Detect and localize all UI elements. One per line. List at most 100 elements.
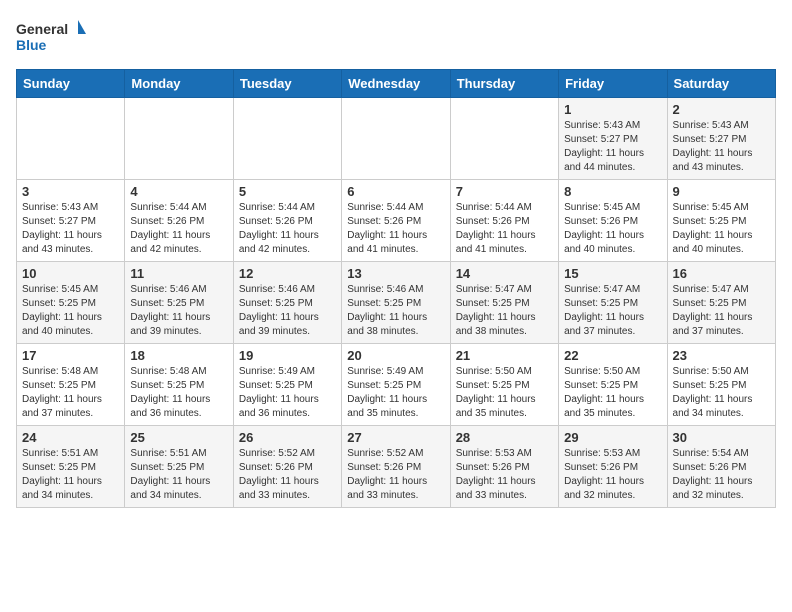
day-number: 19 xyxy=(239,348,336,363)
day-number: 10 xyxy=(22,266,119,281)
day-number: 25 xyxy=(130,430,227,445)
day-number: 3 xyxy=(22,184,119,199)
weekday-header-sunday: Sunday xyxy=(17,70,125,98)
day-info: Sunrise: 5:49 AM Sunset: 5:25 PM Dayligh… xyxy=(239,365,336,421)
calendar-cell: 15 Sunrise: 5:47 AM Sunset: 5:25 PM Dayli… xyxy=(559,262,667,344)
day-info: Sunrise: 5:43 AM Sunset: 5:27 PM Dayligh… xyxy=(22,201,119,257)
logo: General Blue xyxy=(16,16,86,61)
weekday-header-tuesday: Tuesday xyxy=(233,70,341,98)
calendar-week-3: 10 Sunrise: 5:45 AM Sunset: 5:25 PM Dayli… xyxy=(17,262,776,344)
day-info: Sunrise: 5:48 AM Sunset: 5:25 PM Dayligh… xyxy=(130,365,227,421)
calendar-cell xyxy=(233,98,341,180)
calendar-cell xyxy=(125,98,233,180)
day-info: Sunrise: 5:48 AM Sunset: 5:25 PM Dayligh… xyxy=(22,365,119,421)
day-number: 22 xyxy=(564,348,661,363)
calendar-cell: 1Sunrise: 5:43 AM Sunset: 5:27 PM Daylig… xyxy=(559,98,667,180)
weekday-header-saturday: Saturday xyxy=(667,70,775,98)
day-number: 7 xyxy=(456,184,553,199)
day-info: Sunrise: 5:46 AM Sunset: 5:25 PM Dayligh… xyxy=(239,283,336,339)
calendar-cell: 5Sunrise: 5:44 AM Sunset: 5:26 PM Daylig… xyxy=(233,180,341,262)
day-info: Sunrise: 5:45 AM Sunset: 5:25 PM Dayligh… xyxy=(22,283,119,339)
calendar-cell: 13 Sunrise: 5:46 AM Sunset: 5:25 PM Dayli… xyxy=(342,262,450,344)
day-number: 21 xyxy=(456,348,553,363)
day-info: Sunrise: 5:53 AM Sunset: 5:26 PM Dayligh… xyxy=(456,447,553,503)
calendar-cell: 14 Sunrise: 5:47 AM Sunset: 5:25 PM Dayli… xyxy=(450,262,558,344)
day-info: Sunrise: 5:50 AM Sunset: 5:25 PM Dayligh… xyxy=(456,365,553,421)
calendar-cell: 6 Sunrise: 5:44 AM Sunset: 5:26 PM Daylig… xyxy=(342,180,450,262)
day-number: 2 xyxy=(673,102,770,117)
calendar-cell: 11 Sunrise: 5:46 AM Sunset: 5:25 PM Dayli… xyxy=(125,262,233,344)
calendar-cell: 9 Sunrise: 5:45 AM Sunset: 5:25 PM Daylig… xyxy=(667,180,775,262)
day-info: Sunrise: 5:50 AM Sunset: 5:25 PM Dayligh… xyxy=(564,365,661,421)
day-number: 30 xyxy=(673,430,770,445)
calendar-cell: 17 Sunrise: 5:48 AM Sunset: 5:25 PM Dayli… xyxy=(17,344,125,426)
day-number: 8 xyxy=(564,184,661,199)
day-info: Sunrise: 5:49 AM Sunset: 5:25 PM Dayligh… xyxy=(347,365,444,421)
calendar-cell: 26Sunrise: 5:52 AM Sunset: 5:26 PM Dayli… xyxy=(233,426,341,508)
day-number: 11 xyxy=(130,266,227,281)
day-info: Sunrise: 5:43 AM Sunset: 5:27 PM Dayligh… xyxy=(564,119,661,175)
calendar-cell: 22 Sunrise: 5:50 AM Sunset: 5:25 PM Dayli… xyxy=(559,344,667,426)
day-number: 12 xyxy=(239,266,336,281)
calendar-cell: 21 Sunrise: 5:50 AM Sunset: 5:25 PM Dayli… xyxy=(450,344,558,426)
day-number: 26 xyxy=(239,430,336,445)
page-header: General Blue xyxy=(16,16,776,61)
day-info: Sunrise: 5:50 AM Sunset: 5:25 PM Dayligh… xyxy=(673,365,770,421)
calendar-cell: 3 Sunrise: 5:43 AM Sunset: 5:27 PM Daylig… xyxy=(17,180,125,262)
day-info: Sunrise: 5:46 AM Sunset: 5:25 PM Dayligh… xyxy=(130,283,227,339)
day-number: 4 xyxy=(130,184,227,199)
logo-svg: General Blue xyxy=(16,16,86,61)
day-info: Sunrise: 5:44 AM Sunset: 5:26 PM Dayligh… xyxy=(456,201,553,257)
day-number: 18 xyxy=(130,348,227,363)
calendar-week-2: 3 Sunrise: 5:43 AM Sunset: 5:27 PM Daylig… xyxy=(17,180,776,262)
day-info: Sunrise: 5:47 AM Sunset: 5:25 PM Dayligh… xyxy=(456,283,553,339)
day-info: Sunrise: 5:51 AM Sunset: 5:25 PM Dayligh… xyxy=(130,447,227,503)
day-info: Sunrise: 5:45 AM Sunset: 5:25 PM Dayligh… xyxy=(673,201,770,257)
calendar-cell: 8 Sunrise: 5:45 AM Sunset: 5:26 PM Daylig… xyxy=(559,180,667,262)
day-info: Sunrise: 5:47 AM Sunset: 5:25 PM Dayligh… xyxy=(673,283,770,339)
calendar-week-5: 24Sunrise: 5:51 AM Sunset: 5:25 PM Dayli… xyxy=(17,426,776,508)
day-info: Sunrise: 5:47 AM Sunset: 5:25 PM Dayligh… xyxy=(564,283,661,339)
day-number: 17 xyxy=(22,348,119,363)
day-number: 9 xyxy=(673,184,770,199)
day-number: 29 xyxy=(564,430,661,445)
calendar-cell: 29 Sunrise: 5:53 AM Sunset: 5:26 PM Dayli… xyxy=(559,426,667,508)
day-number: 6 xyxy=(347,184,444,199)
calendar-cell: 24Sunrise: 5:51 AM Sunset: 5:25 PM Dayli… xyxy=(17,426,125,508)
day-info: Sunrise: 5:44 AM Sunset: 5:26 PM Dayligh… xyxy=(239,201,336,257)
calendar-cell: 7 Sunrise: 5:44 AM Sunset: 5:26 PM Daylig… xyxy=(450,180,558,262)
weekday-header-monday: Monday xyxy=(125,70,233,98)
calendar-cell xyxy=(342,98,450,180)
calendar-cell: 2Sunrise: 5:43 AM Sunset: 5:27 PM Daylig… xyxy=(667,98,775,180)
day-number: 16 xyxy=(673,266,770,281)
calendar-cell: 27Sunrise: 5:52 AM Sunset: 5:26 PM Dayli… xyxy=(342,426,450,508)
calendar-cell: 20 Sunrise: 5:49 AM Sunset: 5:25 PM Dayli… xyxy=(342,344,450,426)
day-number: 20 xyxy=(347,348,444,363)
day-number: 15 xyxy=(564,266,661,281)
day-info: Sunrise: 5:46 AM Sunset: 5:25 PM Dayligh… xyxy=(347,283,444,339)
calendar-cell: 19 Sunrise: 5:49 AM Sunset: 5:25 PM Dayli… xyxy=(233,344,341,426)
calendar-cell: 10 Sunrise: 5:45 AM Sunset: 5:25 PM Dayli… xyxy=(17,262,125,344)
day-info: Sunrise: 5:44 AM Sunset: 5:26 PM Dayligh… xyxy=(347,201,444,257)
calendar-week-4: 17 Sunrise: 5:48 AM Sunset: 5:25 PM Dayli… xyxy=(17,344,776,426)
weekday-header-row: SundayMondayTuesdayWednesdayThursdayFrid… xyxy=(17,70,776,98)
calendar-cell xyxy=(17,98,125,180)
calendar-cell: 30Sunrise: 5:54 AM Sunset: 5:26 PM Dayli… xyxy=(667,426,775,508)
svg-text:General: General xyxy=(16,21,68,37)
day-number: 28 xyxy=(456,430,553,445)
calendar-cell: 25 Sunrise: 5:51 AM Sunset: 5:25 PM Dayli… xyxy=(125,426,233,508)
day-number: 14 xyxy=(456,266,553,281)
weekday-header-wednesday: Wednesday xyxy=(342,70,450,98)
day-info: Sunrise: 5:51 AM Sunset: 5:25 PM Dayligh… xyxy=(22,447,119,503)
calendar-cell: 23 Sunrise: 5:50 AM Sunset: 5:25 PM Dayli… xyxy=(667,344,775,426)
day-number: 13 xyxy=(347,266,444,281)
calendar-cell: 18 Sunrise: 5:48 AM Sunset: 5:25 PM Dayli… xyxy=(125,344,233,426)
calendar-table: SundayMondayTuesdayWednesdayThursdayFrid… xyxy=(16,69,776,508)
calendar-cell: 16 Sunrise: 5:47 AM Sunset: 5:25 PM Dayli… xyxy=(667,262,775,344)
day-number: 23 xyxy=(673,348,770,363)
calendar-cell: 4Sunrise: 5:44 AM Sunset: 5:26 PM Daylig… xyxy=(125,180,233,262)
day-number: 27 xyxy=(347,430,444,445)
svg-text:Blue: Blue xyxy=(16,37,47,53)
day-info: Sunrise: 5:53 AM Sunset: 5:26 PM Dayligh… xyxy=(564,447,661,503)
day-info: Sunrise: 5:45 AM Sunset: 5:26 PM Dayligh… xyxy=(564,201,661,257)
